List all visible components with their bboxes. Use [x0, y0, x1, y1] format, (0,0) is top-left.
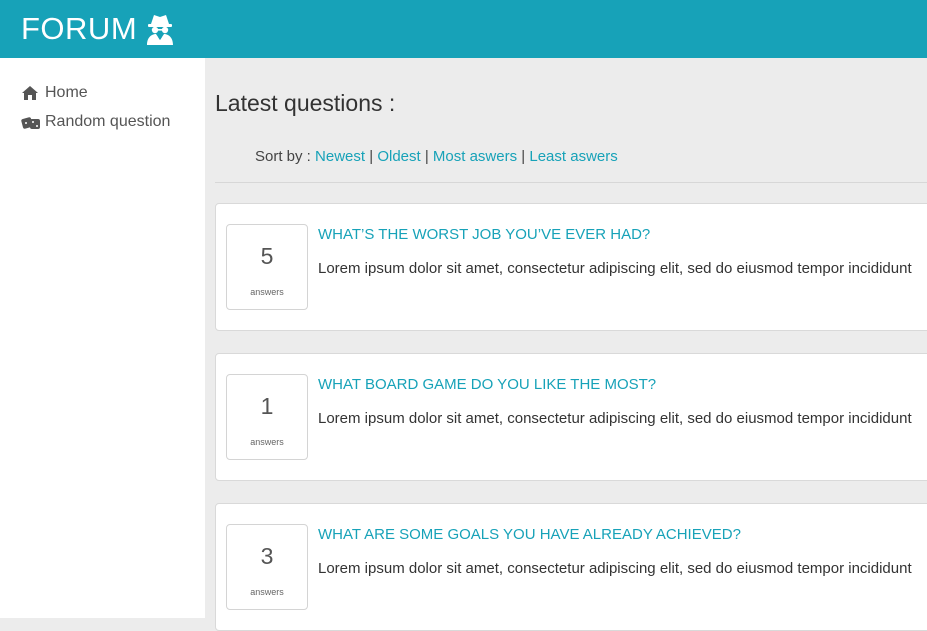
question-excerpt: Lorem ipsum dolor sit amet, consectetur …: [318, 410, 912, 427]
question-title-link[interactable]: What board game do you like the most?: [318, 376, 656, 393]
sort-bar: Sort by : Newest | Oldest | Most aswers …: [255, 148, 618, 165]
answer-count-box: 3 answers: [226, 524, 308, 610]
answer-count-label: answers: [250, 437, 284, 447]
page-title: Latest questions :: [215, 90, 396, 116]
question-title-link[interactable]: What are some goals you have already ach…: [318, 526, 741, 543]
question-card: 1 answers What board game do you like th…: [215, 353, 927, 481]
sort-separator: |: [369, 148, 374, 165]
brand-link[interactable]: FORUM: [21, 11, 175, 47]
answer-count-box: 1 answers: [226, 374, 308, 460]
brand-title: FORUM: [21, 11, 138, 46]
sort-separator: |: [521, 148, 526, 165]
divider: [215, 182, 927, 183]
main-content: Latest questions : Sort by : Newest | Ol…: [205, 58, 927, 631]
sidebar-item-random-question[interactable]: Random question: [21, 107, 205, 136]
question-excerpt: Lorem ipsum dolor sit amet, consectetur …: [318, 260, 912, 277]
answer-count: 5: [260, 243, 274, 269]
sort-least-answers-link[interactable]: Least aswers: [529, 148, 617, 165]
question-excerpt: Lorem ipsum dolor sit amet, consectetur …: [318, 560, 912, 577]
sort-most-answers-link[interactable]: Most aswers: [433, 148, 517, 165]
home-icon: [21, 85, 41, 101]
sidebar-item-label: Random question: [45, 112, 171, 130]
answer-count-label: answers: [250, 287, 284, 297]
sort-separator: |: [424, 148, 429, 165]
sidebar-item-home[interactable]: Home: [21, 78, 205, 107]
sort-newest-link[interactable]: Newest: [315, 148, 365, 165]
question-title-link[interactable]: What’s the worst job you’ve ever had?: [318, 226, 650, 243]
sort-label: Sort by :: [255, 148, 311, 165]
sidebar: Home Random question: [0, 58, 205, 618]
answer-count: 3: [260, 543, 274, 569]
dice-icon: [21, 114, 41, 130]
question-card: 5 answers What’s the worst job you’ve ev…: [215, 203, 927, 331]
answer-count: 1: [260, 393, 274, 419]
sort-oldest-link[interactable]: Oldest: [377, 148, 420, 165]
top-navbar: FORUM: [0, 0, 927, 58]
answer-count-box: 5 answers: [226, 224, 308, 310]
user-secret-icon: [145, 13, 175, 45]
question-card: 3 answers What are some goals you have a…: [215, 503, 927, 631]
sidebar-item-label: Home: [45, 83, 88, 101]
answer-count-label: answers: [250, 587, 284, 597]
